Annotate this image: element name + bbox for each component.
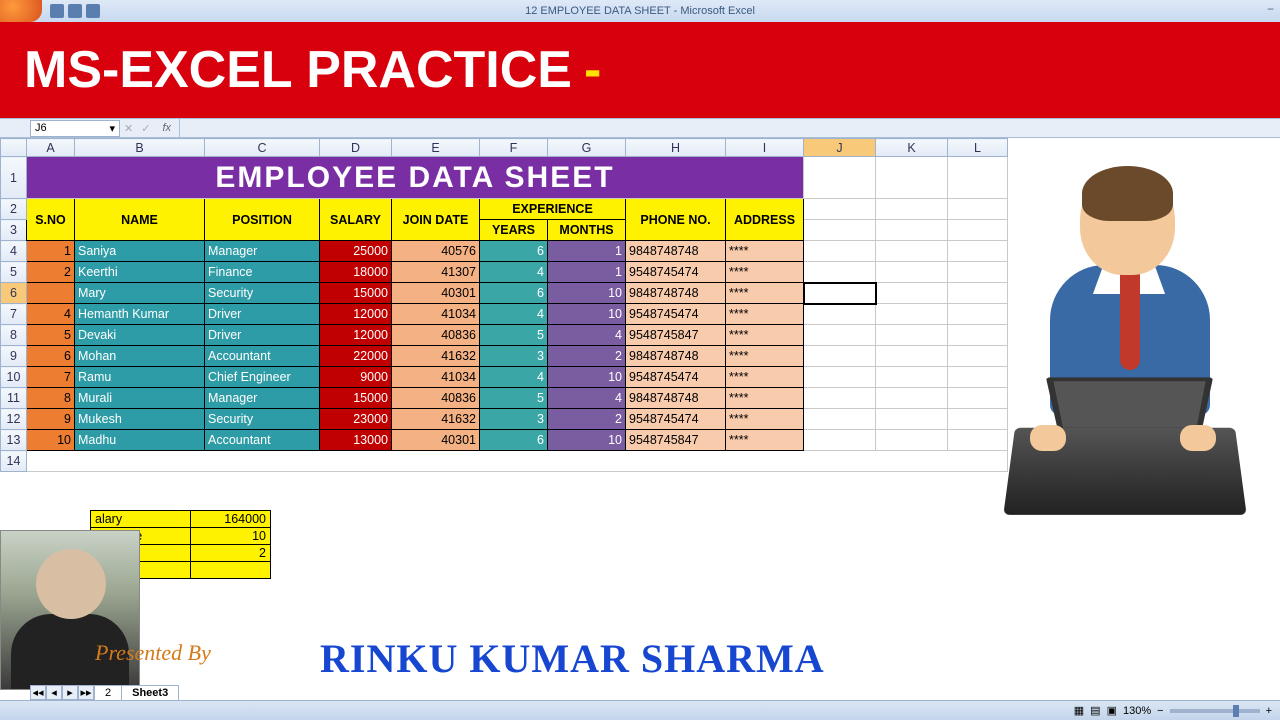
row-5[interactable]: 5: [1, 262, 27, 283]
col-L[interactable]: L: [948, 139, 1008, 157]
row-8[interactable]: 8: [1, 325, 27, 346]
hdr-months[interactable]: MONTHS: [548, 220, 626, 241]
row-11[interactable]: 11: [1, 388, 27, 409]
hdr-sno[interactable]: S.NO: [27, 199, 75, 241]
enter-icon[interactable]: ✓: [141, 122, 150, 135]
undo-icon[interactable]: [68, 4, 82, 18]
cancel-icon[interactable]: ✕: [124, 122, 133, 135]
hdr-position[interactable]: POSITION: [205, 199, 320, 241]
formula-input[interactable]: [179, 119, 1280, 137]
minimize-icon[interactable]: −: [1267, 2, 1274, 16]
col-J[interactable]: J: [804, 139, 876, 157]
hdr-join[interactable]: JOIN DATE: [392, 199, 480, 241]
hdr-salary[interactable]: SALARY: [320, 199, 392, 241]
hdr-experience[interactable]: EXPERIENCE: [480, 199, 626, 220]
redo-icon[interactable]: [86, 4, 100, 18]
formula-bar: J6 ▾ ✕ ✓ fx: [0, 118, 1280, 138]
status-bar: ▦ ▤ ▣ 130% − +: [0, 700, 1280, 720]
row-1[interactable]: 1: [1, 157, 27, 199]
col-I[interactable]: I: [726, 139, 804, 157]
col-C[interactable]: C: [205, 139, 320, 157]
col-K[interactable]: K: [876, 139, 948, 157]
hdr-phone[interactable]: PHONE NO.: [626, 199, 726, 241]
row-13[interactable]: 13: [1, 430, 27, 451]
window-controls: −: [1267, 2, 1274, 16]
save-icon[interactable]: [50, 4, 64, 18]
tab-nav-last[interactable]: ▸▸: [78, 685, 94, 700]
hdr-address[interactable]: ADDRESS: [726, 199, 804, 241]
row-9[interactable]: 9: [1, 346, 27, 367]
select-all-corner[interactable]: [1, 139, 27, 157]
banner-text: MS-EXCEL PRACTICE: [24, 40, 572, 100]
sheet-title[interactable]: EMPLOYEE DATA SHEET: [27, 157, 804, 199]
col-G[interactable]: G: [548, 139, 626, 157]
window-title: 12 EMPLOYEE DATA SHEET - Microsoft Excel: [525, 5, 755, 17]
col-D[interactable]: D: [320, 139, 392, 157]
zoom-slider[interactable]: [1170, 709, 1260, 713]
table-row[interactable]: 1: [27, 241, 75, 262]
row-6[interactable]: 6: [1, 283, 27, 304]
chevron-down-icon[interactable]: ▾: [109, 122, 115, 135]
sum-label[interactable]: alary: [91, 511, 191, 528]
quick-access-toolbar: [46, 4, 100, 18]
hdr-name[interactable]: NAME: [75, 199, 205, 241]
office-button[interactable]: [0, 0, 42, 22]
col-E[interactable]: E: [392, 139, 480, 157]
name-box-value: J6: [35, 122, 47, 134]
active-cell[interactable]: [804, 283, 876, 304]
zoom-out-button[interactable]: −: [1157, 705, 1163, 717]
row-3[interactable]: 3: [1, 220, 27, 241]
name-box[interactable]: J6 ▾: [30, 120, 120, 137]
tab-nav-next[interactable]: ▸: [62, 685, 78, 700]
view-normal-icon[interactable]: ▦: [1074, 704, 1084, 717]
person-laptop-clipart: [970, 170, 1270, 520]
tab-nav-prev[interactable]: ◂: [46, 685, 62, 700]
col-A[interactable]: A: [27, 139, 75, 157]
presenter-photo: [0, 530, 140, 690]
col-H[interactable]: H: [626, 139, 726, 157]
presenter-name: RINKU KUMAR SHARMA: [320, 635, 825, 682]
window-titlebar: 12 EMPLOYEE DATA SHEET - Microsoft Excel…: [0, 0, 1280, 22]
zoom-in-button[interactable]: +: [1266, 705, 1272, 717]
view-layout-icon[interactable]: ▤: [1090, 704, 1100, 717]
fx-label[interactable]: fx: [162, 122, 171, 134]
zoom-controls: ▦ ▤ ▣ 130% − +: [1074, 704, 1272, 717]
sheet-tabs: ◂◂ ◂ ▸ ▸▸ 2 Sheet3: [30, 685, 178, 700]
sheet-tab-active[interactable]: Sheet3: [121, 685, 179, 700]
row-10[interactable]: 10: [1, 367, 27, 388]
row-2[interactable]: 2: [1, 199, 27, 220]
col-F[interactable]: F: [480, 139, 548, 157]
zoom-level[interactable]: 130%: [1123, 705, 1151, 717]
banner-dash: -: [584, 40, 601, 100]
slide-banner: MS-EXCEL PRACTICE -: [0, 22, 1280, 118]
col-B[interactable]: B: [75, 139, 205, 157]
tab-nav-first[interactable]: ◂◂: [30, 685, 46, 700]
sheet-tab[interactable]: 2: [94, 685, 122, 700]
view-pagebreak-icon[interactable]: ▣: [1107, 704, 1117, 717]
row-12[interactable]: 12: [1, 409, 27, 430]
presented-by-label: Presented By: [95, 640, 211, 666]
row-4[interactable]: 4: [1, 241, 27, 262]
row-14[interactable]: 14: [1, 451, 27, 472]
row-7[interactable]: 7: [1, 304, 27, 325]
hdr-years[interactable]: YEARS: [480, 220, 548, 241]
